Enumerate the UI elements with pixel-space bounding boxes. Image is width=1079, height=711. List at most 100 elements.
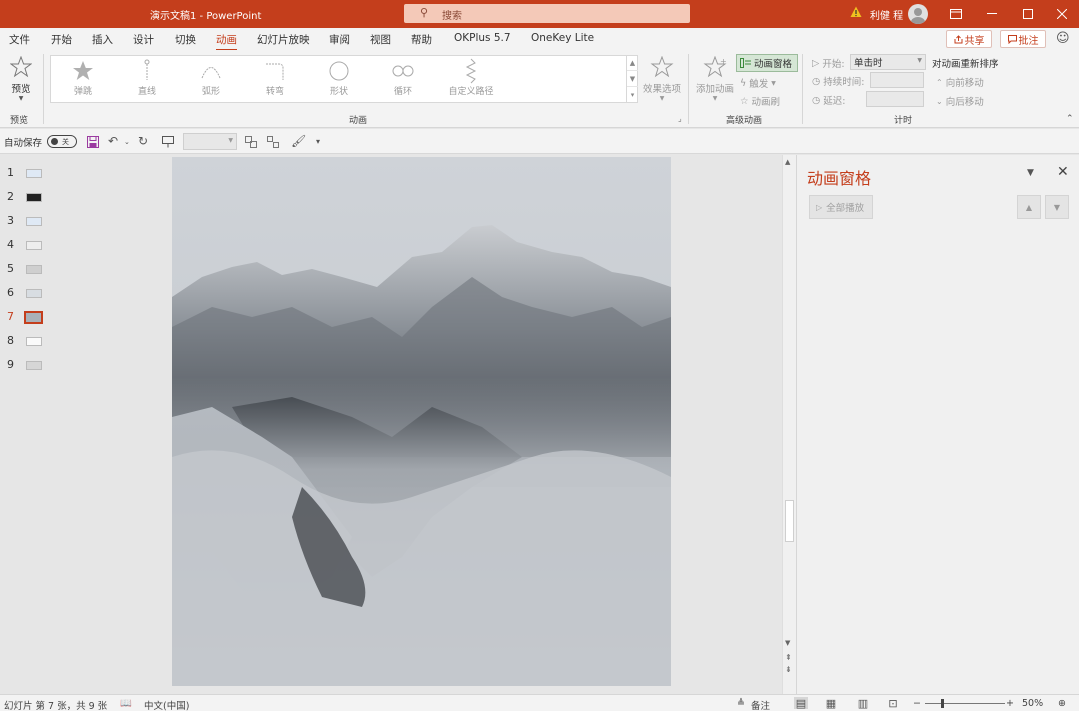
anim-loop[interactable]: 循环 <box>373 58 433 102</box>
vertical-scrollbar[interactable]: ▲ ▼ ⇞ ⇟ <box>782 155 796 694</box>
move-later-button[interactable]: ⌄ 向后移动 <box>936 94 984 109</box>
prev-slide-icon[interactable]: ⇞ <box>785 653 792 662</box>
trigger-label: 触发 <box>749 79 769 90</box>
slide-thumb-active[interactable]: 7 <box>0 307 60 327</box>
spellcheck-icon[interactable]: 📖 <box>120 698 132 709</box>
scroll-thumb[interactable] <box>785 500 794 542</box>
notes-icon[interactable]: ≜ <box>737 698 745 709</box>
warning-icon[interactable] <box>850 6 862 18</box>
animation-pane-button[interactable]: 动画窗格 <box>736 54 798 72</box>
tab-review[interactable]: 审阅 <box>329 32 350 47</box>
comment-button[interactable]: 批注 <box>1000 30 1046 48</box>
zoom-level[interactable]: 50% <box>1022 698 1043 709</box>
pane-options-icon[interactable]: ▼ <box>1027 168 1034 178</box>
move-up-button[interactable]: ▲ <box>1017 195 1041 219</box>
trigger-button[interactable]: ϟ 触发 ▼ <box>740 76 776 91</box>
avatar[interactable] <box>908 4 928 24</box>
tab-insert[interactable]: 插入 <box>92 32 113 47</box>
delay-input[interactable] <box>866 91 924 107</box>
gallery-scroll[interactable]: ▲ ▼ ▾ <box>626 55 638 103</box>
customize-qat-icon[interactable]: ▾ <box>316 137 320 146</box>
slide-thumb[interactable]: 1 <box>0 163 60 183</box>
slideshow-view-icon[interactable]: ⊡ <box>886 697 900 710</box>
move-earlier-button[interactable]: ⌃ 向前移动 <box>936 75 984 90</box>
language[interactable]: 中文(中国) <box>144 698 189 711</box>
anim-custom-path[interactable]: 自定义路径 <box>441 58 501 102</box>
share-button[interactable]: 共享 <box>946 30 992 48</box>
slide-thumb[interactable]: 2 <box>0 187 60 207</box>
slide-thumb[interactable]: 5 <box>0 259 60 279</box>
move-down-button[interactable]: ▼ <box>1045 195 1069 219</box>
anim-turn[interactable]: 转弯 <box>245 58 305 102</box>
user-name[interactable]: 利健 程 <box>870 7 903 22</box>
play-icon: ▷ <box>812 57 820 69</box>
slide-thumb[interactable]: 6 <box>0 283 60 303</box>
scroll-down-icon[interactable]: ▼ <box>785 639 790 647</box>
anim-line[interactable]: 直线 <box>117 58 177 102</box>
normal-view-icon[interactable]: ▤ <box>794 697 808 710</box>
slide-thumb[interactable]: 4 <box>0 235 60 255</box>
next-slide-icon[interactable]: ⇟ <box>785 665 792 674</box>
minimize-icon[interactable] <box>974 0 1010 28</box>
format-painter-icon[interactable]: 🖌 <box>291 134 306 148</box>
tab-transitions[interactable]: 切换 <box>175 32 196 47</box>
undo-icon[interactable]: ↶ <box>108 134 118 148</box>
zoom-out-icon[interactable]: − <box>913 698 921 709</box>
slide-thumb[interactable]: 8 <box>0 331 60 351</box>
add-animation-button[interactable]: + 添加动画 ▼ <box>694 55 736 102</box>
present-icon[interactable] <box>162 136 174 148</box>
slide-mountain-image[interactable] <box>172 157 671 686</box>
font-size-box[interactable]: ▼ <box>183 133 237 150</box>
tab-okplus[interactable]: OKPlus 5.7 <box>454 32 511 44</box>
duration-label-row: ◷ 持续时间: <box>812 74 865 89</box>
notes-button[interactable]: 备注 <box>751 698 770 711</box>
tab-onekey[interactable]: OneKey Lite <box>531 32 594 44</box>
zoom-slider[interactable] <box>925 699 1005 708</box>
tab-slideshow[interactable]: 幻灯片放映 <box>257 32 310 47</box>
preview-button[interactable]: 预览 ▼ <box>6 55 36 102</box>
start-select[interactable]: 单击时 ▼ <box>850 54 926 70</box>
zoom-in-icon[interactable]: + <box>1006 698 1014 709</box>
circle-path-icon <box>329 61 349 81</box>
slide-thumb[interactable]: 3 <box>0 211 60 231</box>
scroll-up-icon[interactable]: ▲ <box>627 55 638 71</box>
more-icon[interactable]: ▾ <box>627 87 638 103</box>
collapse-ribbon-icon[interactable]: ⌃ <box>1066 114 1074 124</box>
search-box[interactable]: ⚲ 搜索 <box>404 4 690 23</box>
tab-animations[interactable]: 动画 <box>216 32 237 51</box>
group-icon[interactable] <box>245 136 257 148</box>
dialog-launcher-icon[interactable]: ⌟ <box>678 114 682 123</box>
close-icon[interactable] <box>1044 0 1079 28</box>
reading-view-icon[interactable]: ▥ <box>856 697 870 710</box>
tab-home[interactable]: 开始 <box>51 32 72 47</box>
animation-painter-button[interactable]: ☆ 动画刷 <box>740 94 780 109</box>
ribbon-display-icon[interactable] <box>938 0 974 28</box>
ungroup-icon[interactable] <box>267 136 279 148</box>
anim-arc[interactable]: 弧形 <box>181 58 241 102</box>
anim-label: 形状 <box>329 87 348 97</box>
redo-icon[interactable]: ↻ <box>138 134 148 148</box>
scroll-down-icon[interactable]: ▼ <box>627 71 638 87</box>
tab-file[interactable]: 文件 <box>9 32 30 47</box>
move-earlier-label: 向前移动 <box>945 78 984 89</box>
pane-close-icon[interactable]: ✕ <box>1057 164 1069 180</box>
sorter-view-icon[interactable]: ▦ <box>824 697 838 710</box>
anim-shape[interactable]: 形状 <box>309 58 369 102</box>
tab-view[interactable]: 视图 <box>370 32 391 47</box>
save-icon[interactable] <box>87 136 99 148</box>
autosave-toggle[interactable]: 关 <box>47 135 77 148</box>
maximize-icon[interactable] <box>1010 0 1046 28</box>
smiley-feedback-icon[interactable]: ☺ <box>1056 31 1070 46</box>
anim-bounce[interactable]: 弹跳 <box>53 58 113 102</box>
tab-help[interactable]: 帮助 <box>411 32 432 47</box>
zoom-knob[interactable] <box>941 699 944 708</box>
duration-input[interactable] <box>870 72 924 88</box>
group-label-timing: 计时 <box>894 116 913 126</box>
effect-options-button[interactable]: 效果选项 ▼ <box>640 55 684 102</box>
scroll-up-icon[interactable]: ▲ <box>785 158 790 166</box>
play-all-button[interactable]: ▷ 全部播放 <box>809 195 873 219</box>
tab-design[interactable]: 设计 <box>133 32 154 47</box>
fit-slide-icon[interactable]: ⊕ <box>1058 698 1066 709</box>
slide-thumb[interactable]: 9 <box>0 355 60 375</box>
chevron-down-icon[interactable]: ⌄ <box>124 138 130 146</box>
